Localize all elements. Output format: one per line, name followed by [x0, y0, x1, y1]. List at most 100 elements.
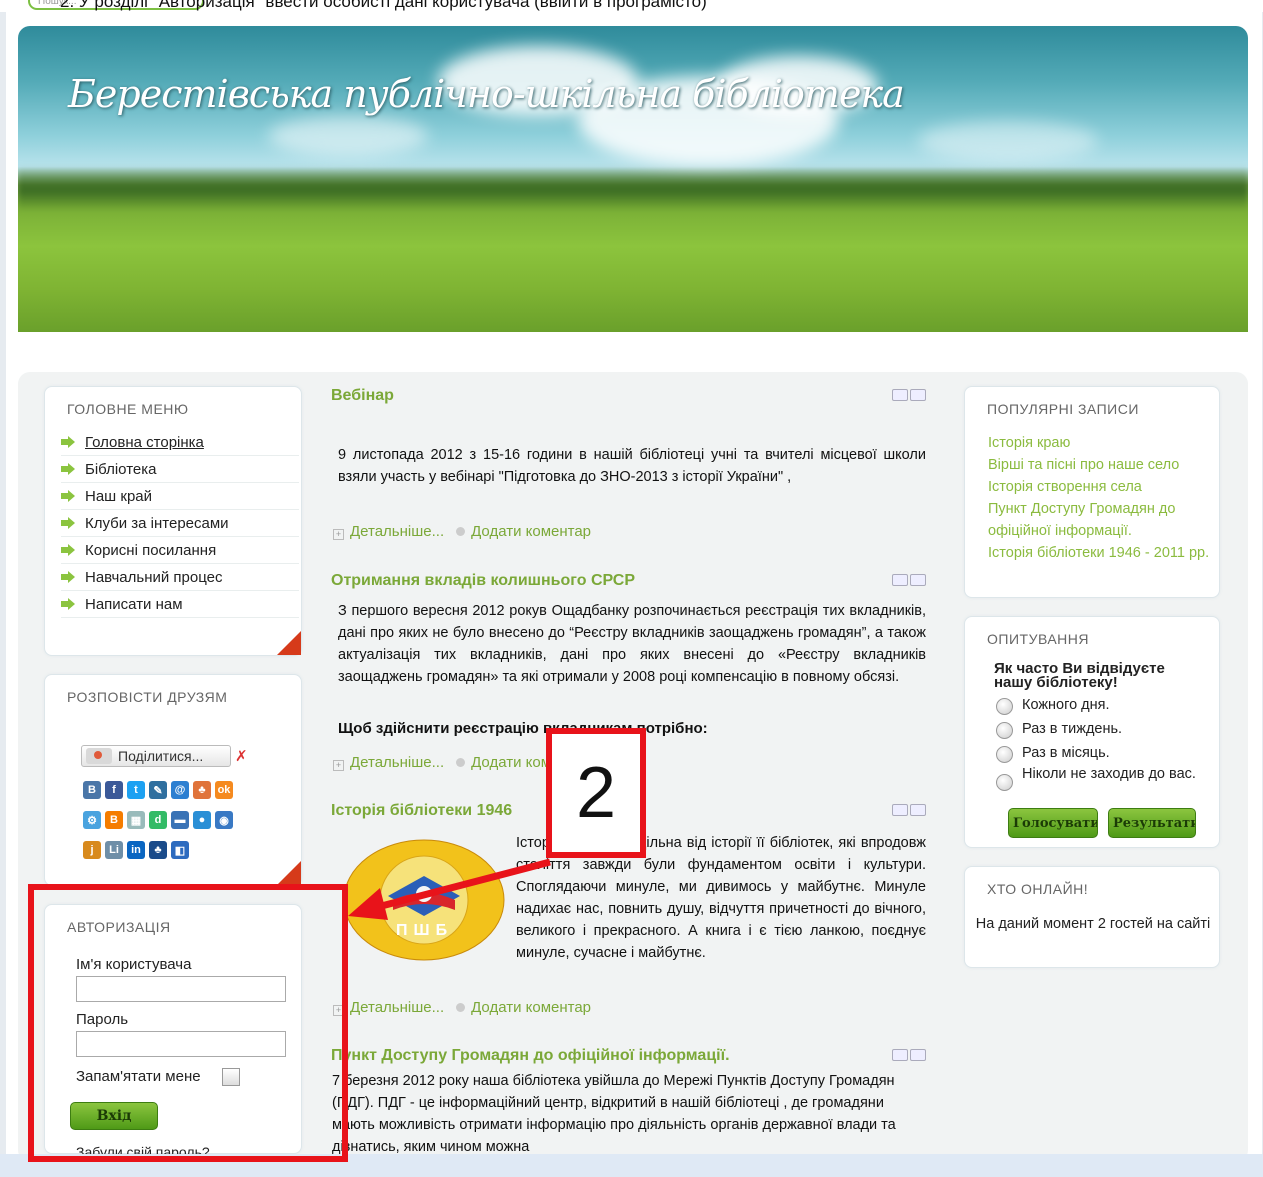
article-title-access-point[interactable]: Пункт Доступу Громадян до офіційної інфо… [331, 1047, 730, 1065]
site-header-banner: Берестівська публічно-шкільна бібліотека [18, 26, 1248, 332]
comment-icon [456, 758, 466, 767]
annotation-step-number: 2 [546, 728, 646, 858]
site-title[interactable]: Берестівська публічно-шкільна бібліотека [68, 72, 905, 116]
share-close-icon[interactable]: ✗ [235, 747, 255, 767]
main-menu-module: ГОЛОВНЕ МЕНЮ Головна сторінка Бібліотека… [44, 386, 302, 656]
poll-radio-daily[interactable] [996, 698, 1013, 715]
myspace-icon[interactable]: ♣ [149, 841, 167, 859]
poll-radio-never[interactable] [996, 774, 1013, 791]
poll-option-label: Раз в тиждень. [1022, 721, 1123, 737]
article-footer: + Детальніше... Додати коментар [333, 999, 591, 1016]
email-icon[interactable] [910, 574, 926, 586]
vkontakte-icon[interactable]: B [83, 781, 101, 799]
arrow-right-icon [61, 544, 75, 556]
poll-question: Як часто Ви відвідуєте нашу бібліотеку! [994, 660, 1165, 691]
plus-icon: + [333, 529, 344, 540]
popular-link[interactable]: Історія краю [988, 432, 1224, 454]
annotation-highlight-box [28, 884, 348, 1162]
email-icon[interactable] [910, 804, 926, 816]
article-tools [892, 804, 928, 819]
popular-link[interactable]: Вірші та пісні про наше село [988, 454, 1224, 476]
corner-decoration [277, 861, 301, 885]
read-more-link[interactable]: Детальніше... [350, 999, 444, 1016]
print-icon[interactable] [892, 389, 908, 401]
arrow-right-icon [61, 436, 75, 448]
instruction-text: 2. У розділі "Авторизація" ввести особис… [60, 0, 707, 11]
arrow-right-icon [61, 598, 75, 610]
livejournal-icon[interactable]: ✎ [149, 781, 167, 799]
menu-item-clubs[interactable]: Клуби за інтересами [61, 510, 299, 537]
facebook-icon[interactable]: f [105, 781, 123, 799]
menu-item-contact[interactable]: Написати нам [61, 591, 299, 618]
menu-item-home[interactable]: Головна сторінка [61, 429, 299, 456]
bookmarks-icon[interactable]: ♣ [193, 781, 211, 799]
menu-item-education[interactable]: Навчальний процес [61, 564, 299, 591]
plus-icon: + [333, 760, 344, 771]
share-button[interactable]: Поділитися... [81, 745, 231, 767]
yandex-icon[interactable]: ⚙ [83, 811, 101, 829]
news-icon[interactable]: ◧ [171, 841, 189, 859]
linkedin-icon[interactable]: in [127, 841, 145, 859]
juick-icon[interactable]: j [83, 841, 101, 859]
popular-link[interactable]: Історія створення села [988, 476, 1224, 498]
corner-decoration [277, 631, 301, 655]
popular-title: ПОПУЛЯРНІ ЗАПИСИ [987, 401, 1139, 417]
arrow-right-icon [61, 517, 75, 529]
menu-item-our-region[interactable]: Наш край [61, 483, 299, 510]
article-body: 7 березня 2012 року наша бібліотека увій… [332, 1073, 896, 1154]
comment-icon [456, 1003, 466, 1012]
add-comment-link[interactable]: Додати коментар [471, 999, 591, 1016]
who-online-title: ХТО ОНЛАЙН! [987, 881, 1089, 897]
twitter-icon[interactable]: t [127, 781, 145, 799]
annotation-arrow [348, 858, 551, 920]
email-icon[interactable] [910, 1049, 926, 1061]
popular-link[interactable]: Пункт Доступу Громадян до офіційної інфо… [988, 498, 1188, 542]
article-body: З першого вересня 2012 рокув Ощадбанку р… [338, 603, 926, 685]
share-icons-row: j Li in ♣ ◧ [83, 841, 189, 859]
read-more-link[interactable]: Детальніше... [350, 523, 444, 540]
odnoklassniki-icon[interactable]: ok [215, 781, 233, 799]
liveinternet-icon[interactable]: Li [105, 841, 123, 859]
poll-title: ОПИТУВАННЯ [987, 631, 1090, 647]
poll-option-label: Кожного дня. [1022, 697, 1110, 713]
article-tools [892, 574, 928, 589]
share-module: РОЗПОВІСТИ ДРУЗЯМ Поділитися... ✗ Bf t ✎ @ ♣… [44, 674, 302, 886]
print-icon[interactable] [892, 804, 908, 816]
comment-icon [456, 527, 466, 536]
main-menu-title: ГОЛОВНЕ МЕНЮ [67, 401, 189, 417]
arrow-right-icon [61, 490, 75, 502]
poll-radio-weekly[interactable] [996, 722, 1013, 739]
moikrug-icon[interactable]: ▬ [171, 811, 189, 829]
read-more-link[interactable]: Детальніше... [350, 754, 444, 771]
add-comment-link[interactable]: Додати коментар [471, 523, 591, 540]
email-icon[interactable] [910, 389, 926, 401]
popular-link[interactable]: Історія бібліотеки 1946 - 2011 рр. [988, 542, 1228, 564]
menu-item-useful-links[interactable]: Корисні посилання [61, 537, 299, 564]
friendfeed-icon[interactable]: ● [193, 811, 211, 829]
poll-option-label: Ніколи не заходив до вас. [1022, 766, 1196, 782]
share-icon [86, 748, 112, 764]
article-title-webinar[interactable]: Вебінар [331, 387, 394, 405]
digg-icon[interactable]: d [149, 811, 167, 829]
poll-radio-monthly[interactable] [996, 746, 1013, 763]
blogger-icon[interactable]: B [105, 811, 123, 829]
article-tools [892, 389, 928, 404]
print-icon[interactable] [892, 574, 908, 586]
share-icons-row: ⚙ B ▦ d ▬ ● ◉ [83, 811, 233, 829]
article-title-deposits[interactable]: Отримання вкладів колишнього СРСР [331, 572, 635, 590]
article-footer: + Детальніше... Додати коментар [333, 523, 591, 540]
mailru-icon[interactable]: @ [171, 781, 189, 799]
who-online-text: На даний момент 2 гостей на сайті [975, 916, 1211, 932]
print-icon[interactable] [892, 1049, 908, 1061]
who-online-module: ХТО ОНЛАЙН! На даний момент 2 гостей на … [964, 866, 1220, 968]
delicious-icon[interactable]: ▦ [127, 811, 145, 829]
poll-option-label: Раз в місяць. [1022, 745, 1110, 761]
results-button[interactable]: Результати [1108, 808, 1196, 838]
rss-icon[interactable]: ◉ [215, 811, 233, 829]
article-title-library-history[interactable]: Історія бібліотеки 1946 [331, 802, 512, 820]
arrow-right-icon [61, 571, 75, 583]
menu-item-library[interactable]: Бібліотека [61, 456, 299, 483]
tree-line [18, 166, 1248, 210]
arrow-right-icon [61, 463, 75, 475]
vote-button[interactable]: Голосувати [1008, 808, 1098, 838]
